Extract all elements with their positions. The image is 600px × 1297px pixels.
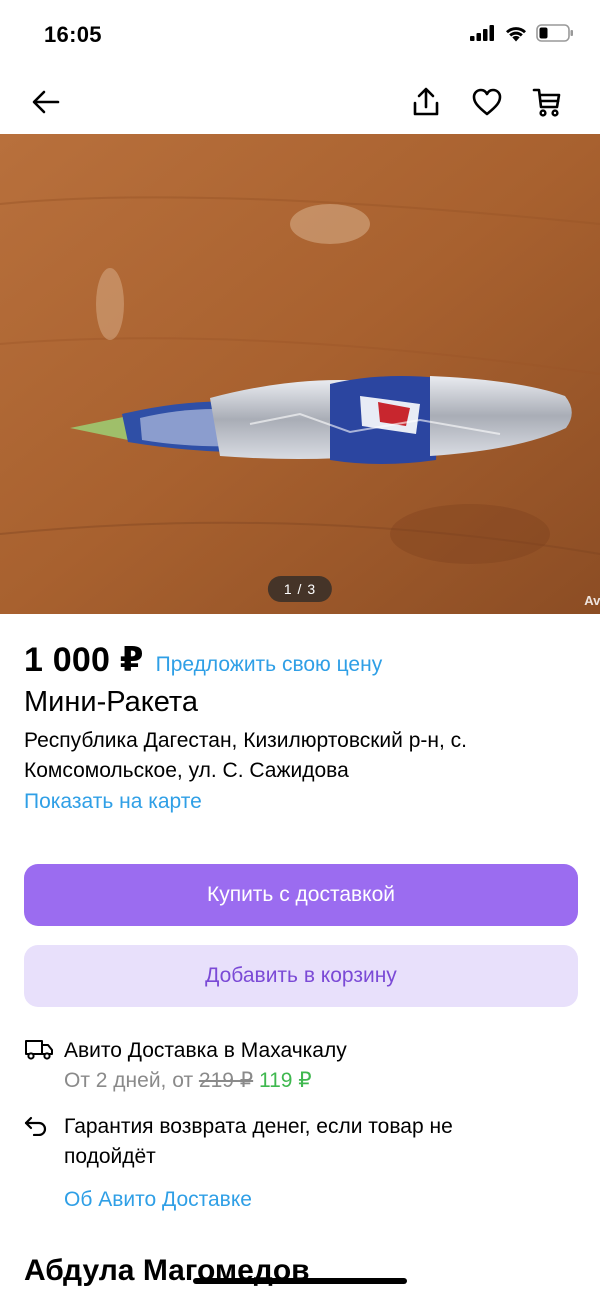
delivery-eta-prefix: От 2 дней, от [64,1069,199,1092]
photo-page-indicator: 1 / 3 [267,576,333,602]
status-bar: 16:05 [0,0,600,70]
guarantee-info: Гарантия возврата денег, если товар не п… [24,1112,464,1172]
about-delivery-link[interactable]: Об Авито Доставке [64,1188,252,1212]
cart-button[interactable] [527,82,567,122]
show-on-map-link[interactable]: Показать на карте [24,790,202,814]
home-indicator [193,1278,407,1284]
status-time: 16:05 [44,22,102,47]
photo-gallery[interactable]: 1 / 3 Avi [0,134,600,614]
delivery-new-price: 119 ₽ [258,1069,312,1092]
favorite-button[interactable] [467,82,507,122]
truck-icon [25,1040,53,1060]
price: 1 000 ₽ [24,641,144,679]
back-button[interactable] [26,82,66,122]
battery-icon [536,24,573,42]
listing-title: Мини-Ракета [24,686,198,718]
share-icon [413,87,439,116]
cart-icon [532,88,561,117]
back-arrow-icon [32,90,60,114]
buy-with-delivery-button[interactable]: Купить с доставкой [24,864,578,926]
delivery-info: Авито Доставка в Махачкалу От 2 дней, от… [24,1036,347,1096]
wifi-icon [506,26,526,41]
listing-address: Республика Дагестан, Кизилюртовский р-н,… [24,729,467,782]
avito-watermark: Avi [584,593,600,608]
favorite-heart-icon [472,88,502,116]
status-icons [470,24,574,42]
delivery-eta: От 2 дней, от 219 ₽ 119 ₽ [64,1066,347,1096]
listing-photo [0,134,600,614]
guarantee-text: Гарантия возврата денег, если товар не п… [64,1115,453,1168]
price-row: 1 000 ₽ Предложить свою цену [24,640,382,680]
return-arrow-icon [24,1116,47,1136]
add-to-cart-button[interactable]: Добавить в корзину [24,945,578,1007]
share-button[interactable] [406,82,446,122]
nav-bar [0,70,600,132]
delivery-old-price: 219 ₽ [198,1069,254,1092]
signal-icon [470,25,494,41]
offer-price-link[interactable]: Предложить свою цену [156,653,383,677]
delivery-title: Авито Доставка в Махачкалу [64,1039,347,1062]
